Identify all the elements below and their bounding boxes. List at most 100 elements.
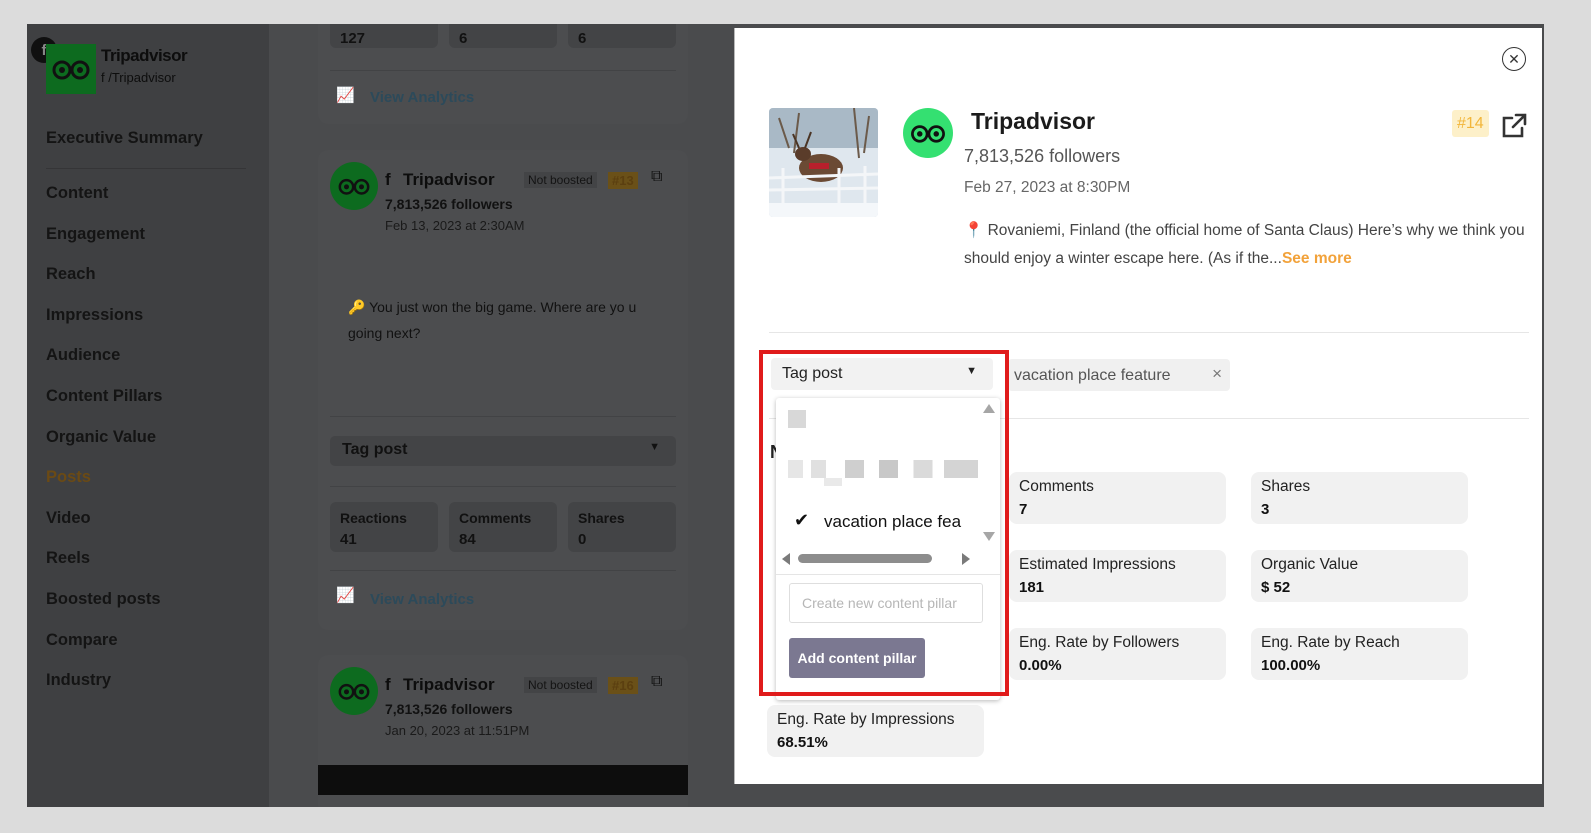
selected-tag-label: vacation place feature bbox=[1014, 367, 1171, 384]
page-name: Tripadvisor bbox=[971, 108, 1095, 134]
nav-item-video[interactable]: Video bbox=[46, 508, 246, 549]
metric-shares: Shares 3 bbox=[1251, 472, 1468, 524]
sidebar: f Tripadvisor f /Tripadvisor Executive S… bbox=[27, 24, 269, 807]
see-more-link[interactable]: See more bbox=[1282, 250, 1352, 267]
chart-line-icon: 📈 bbox=[336, 87, 355, 104]
screen: f Tripadvisor f /Tripadvisor Executive S… bbox=[27, 24, 1544, 807]
divider bbox=[330, 70, 676, 71]
brand-handle: f /Tripadvisor bbox=[101, 70, 176, 85]
nav-item-boosted-posts[interactable]: Boosted posts bbox=[46, 589, 246, 630]
divider bbox=[330, 486, 676, 487]
metric-organic-value: Organic Value $ 52 bbox=[1251, 550, 1468, 602]
tag-dropdown: ✔ vacation place fea Add content pillar bbox=[776, 398, 1000, 700]
scroll-right-arrow-icon[interactable] bbox=[962, 553, 970, 565]
reindeer-photo bbox=[769, 108, 878, 217]
tag-post-label: Tag post bbox=[782, 365, 843, 382]
rank-badge: #16 bbox=[608, 677, 638, 694]
followers-count: 7,813,526 followers bbox=[964, 146, 1121, 166]
metric-eng-rate-followers: Eng. Rate by Followers 0.00% bbox=[1009, 628, 1226, 680]
facebook-icon: f bbox=[385, 170, 391, 189]
stat-box: 127 bbox=[330, 24, 438, 48]
post-author: Tripadvisor bbox=[403, 675, 495, 694]
followers-count: 7,813,526 followers bbox=[385, 701, 513, 717]
close-icon[interactable]: ✕ bbox=[1502, 47, 1526, 71]
nav-item-audience[interactable]: Audience bbox=[46, 345, 246, 386]
app-frame: f Tripadvisor f /Tripadvisor Executive S… bbox=[0, 0, 1591, 833]
divider bbox=[769, 332, 1529, 333]
scroll-left-arrow-icon[interactable] bbox=[782, 553, 790, 565]
boost-status-badge: Not boosted bbox=[524, 677, 597, 693]
owl-logo-icon bbox=[338, 178, 370, 195]
stat-box: 6 bbox=[449, 24, 557, 48]
caret-down-icon: ▼ bbox=[966, 365, 977, 377]
post-author: Tripadvisor bbox=[403, 170, 495, 189]
tag-post-select[interactable]: Tag post ▼ bbox=[771, 358, 993, 390]
owl-logo-icon bbox=[911, 125, 945, 143]
nav-item-organic-value[interactable]: Organic Value bbox=[46, 427, 246, 468]
nav-item-executive-summary[interactable]: Executive Summary bbox=[46, 128, 246, 169]
nav-item-industry[interactable]: Industry bbox=[46, 670, 246, 711]
metric-estimated-impressions: Estimated Impressions 181 bbox=[1009, 550, 1226, 602]
owl-logo-icon bbox=[338, 683, 370, 700]
brand-name: Tripadvisor bbox=[101, 46, 188, 65]
tag-option-label: vacation place fea bbox=[824, 512, 962, 531]
post-detail-modal: ✕ Tripadvisor 7,813,526 followers Feb 27… bbox=[734, 28, 1542, 784]
post-card: 127 6 6 📈 View Analytics bbox=[318, 24, 688, 124]
checkmark-icon: ✔ bbox=[794, 510, 810, 530]
scrollbar-thumb[interactable] bbox=[798, 554, 932, 563]
nav-item-reach[interactable]: Reach bbox=[46, 264, 246, 305]
new-content-pillar-input[interactable] bbox=[789, 583, 983, 623]
stat-box-reactions: Reactions 41 bbox=[330, 502, 438, 552]
brand-logo bbox=[903, 108, 953, 158]
stat-box-shares: Shares 0 bbox=[568, 502, 676, 552]
brand-logo bbox=[330, 667, 378, 715]
nav-item-content[interactable]: Content bbox=[46, 183, 246, 224]
divider bbox=[776, 574, 1000, 575]
nav-item-engagement[interactable]: Engagement bbox=[46, 224, 246, 265]
selected-tag-chip: vacation place feature × bbox=[1008, 359, 1230, 391]
external-link-icon[interactable]: ⧉ bbox=[651, 168, 662, 186]
stat-box-comments: Comments 84 bbox=[449, 502, 557, 552]
post-date: Feb 27, 2023 at 8:30PM bbox=[964, 179, 1131, 196]
brand-logo bbox=[46, 44, 96, 94]
divider bbox=[330, 416, 676, 417]
post-thumbnail bbox=[769, 108, 878, 217]
vertical-scrollbar[interactable] bbox=[980, 398, 996, 544]
blurred-option bbox=[788, 460, 978, 478]
rank-badge: #14 bbox=[1452, 110, 1489, 137]
rank-badge: #13 bbox=[608, 172, 638, 189]
nav-item-posts[interactable]: Posts bbox=[46, 467, 246, 508]
chart-line-icon: 📈 bbox=[336, 587, 355, 604]
tag-option-vacation-place-feature[interactable]: ✔ vacation place fea bbox=[776, 506, 984, 536]
nav-item-impressions[interactable]: Impressions bbox=[46, 305, 246, 346]
scroll-down-arrow-icon[interactable] bbox=[983, 532, 995, 541]
stat-box: 6 bbox=[568, 24, 676, 48]
post-text: 🔑 You just won the big game. Where are y… bbox=[348, 299, 637, 341]
add-content-pillar-button[interactable]: Add content pillar bbox=[789, 638, 925, 678]
metric-comments: Comments 7 bbox=[1009, 472, 1226, 524]
scroll-up-arrow-icon[interactable] bbox=[983, 404, 995, 413]
external-link-icon[interactable]: ⧉ bbox=[651, 673, 662, 691]
nav-item-reels[interactable]: Reels bbox=[46, 548, 246, 589]
post-card: f Tripadvisor Not boosted #13 ⧉ 7,813,52… bbox=[318, 150, 688, 630]
remove-tag-icon[interactable]: × bbox=[1212, 364, 1222, 384]
post-image bbox=[318, 765, 688, 795]
horizontal-scrollbar[interactable] bbox=[776, 550, 984, 566]
divider bbox=[330, 570, 676, 571]
metric-eng-rate-reach: Eng. Rate by Reach 100.00% bbox=[1251, 628, 1468, 680]
blurred-option bbox=[788, 410, 806, 428]
nav-item-content-pillars[interactable]: Content Pillars bbox=[46, 386, 246, 427]
tag-post-select[interactable]: Tag post ▼ bbox=[330, 436, 676, 466]
facebook-icon: f bbox=[385, 675, 391, 694]
owl-logo-icon bbox=[52, 60, 90, 80]
blurred-option bbox=[824, 478, 842, 486]
nav-item-compare[interactable]: Compare bbox=[46, 630, 246, 671]
tag-option-list: ✔ vacation place fea bbox=[776, 398, 984, 540]
view-analytics-link[interactable]: View Analytics bbox=[370, 591, 474, 608]
metric-eng-rate-impressions: Eng. Rate by Impressions 68.51% bbox=[767, 705, 984, 757]
external-link-icon[interactable] bbox=[1500, 112, 1528, 140]
brand-logo bbox=[330, 162, 378, 210]
sidebar-nav: Executive Summary Content Engagement Rea… bbox=[46, 128, 246, 711]
post-date: Jan 20, 2023 at 11:51PM bbox=[385, 723, 530, 738]
view-analytics-link[interactable]: View Analytics bbox=[370, 89, 474, 106]
